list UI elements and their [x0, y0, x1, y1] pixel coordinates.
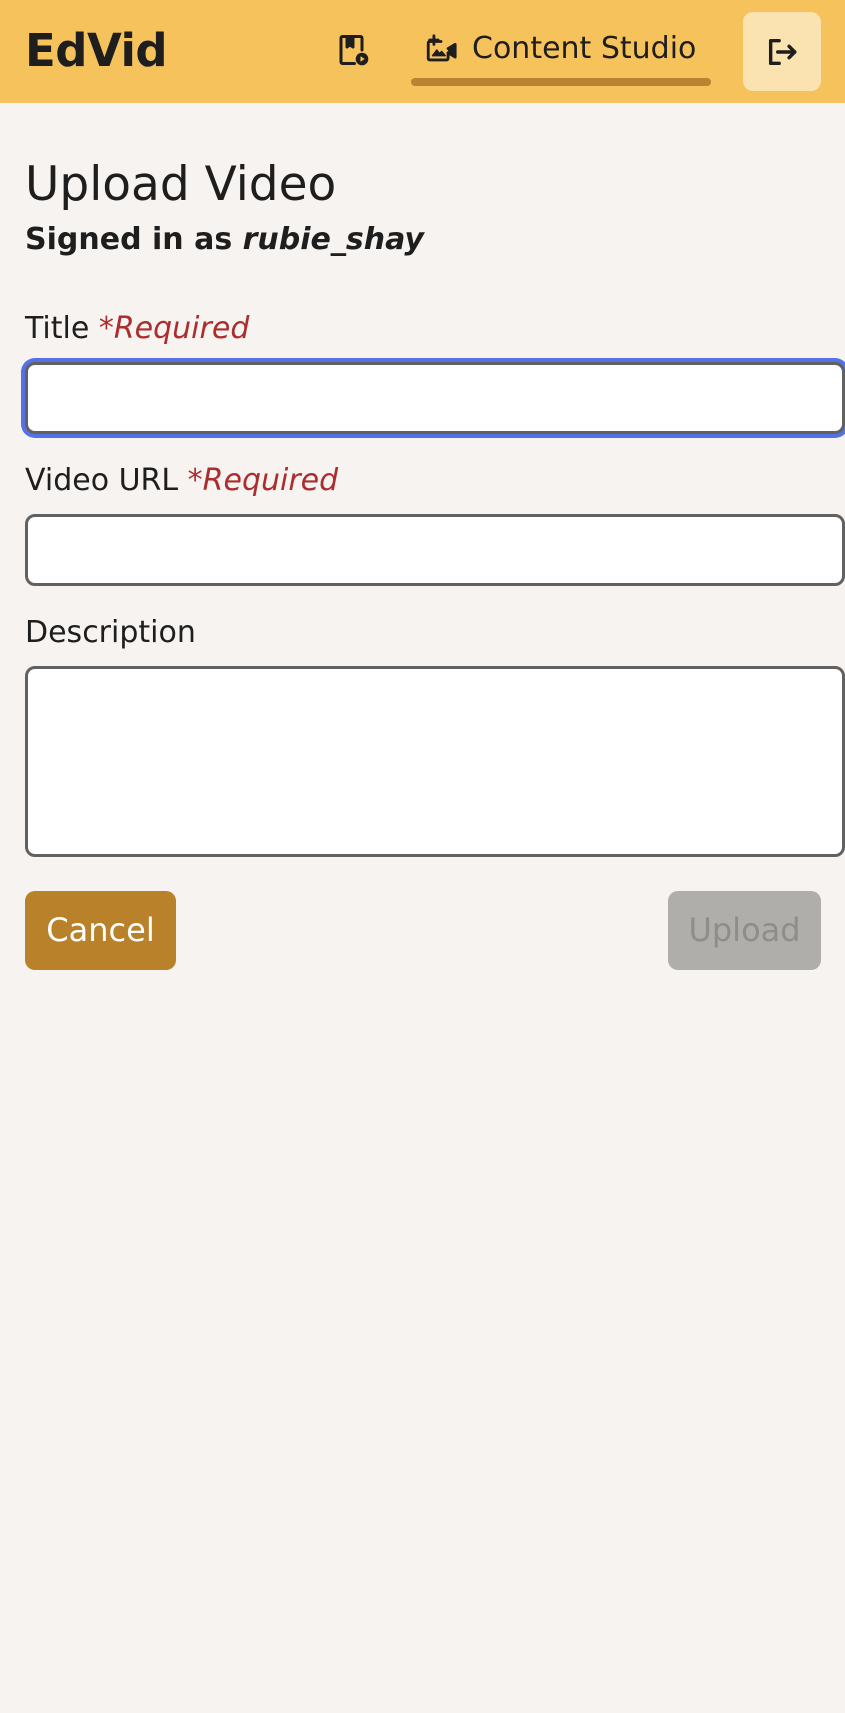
video-url-label-text: Video URL	[25, 463, 188, 498]
video-url-label: Video URL *Required	[25, 461, 338, 501]
upload-button[interactable]: Upload	[668, 891, 821, 970]
top-nav-bar: EdVid Content Studio	[0, 0, 845, 103]
video-url-input[interactable]	[25, 514, 845, 586]
title-label-text: Title	[25, 311, 99, 346]
signed-in-text: Signed in as rubie_shay	[25, 220, 424, 260]
active-tab-indicator	[411, 78, 711, 86]
add-video-icon	[426, 34, 457, 62]
app-brand[interactable]: EdVid	[25, 22, 168, 80]
signed-in-prefix: Signed in as	[25, 222, 243, 257]
nav-videos-button[interactable]	[333, 30, 373, 70]
tab-content-studio[interactable]: Content Studio	[411, 18, 711, 88]
video-library-icon	[339, 35, 369, 66]
page-title: Upload Video	[25, 157, 337, 212]
cancel-button[interactable]: Cancel	[25, 891, 176, 970]
description-label: Description	[25, 615, 196, 650]
title-required-marker: *Required	[98, 311, 250, 346]
tab-content-studio-label: Content Studio	[472, 31, 697, 66]
username: rubie_shay	[242, 222, 424, 257]
video-url-required-marker: *Required	[187, 463, 339, 498]
title-input[interactable]	[25, 362, 845, 434]
description-textarea[interactable]	[25, 666, 845, 857]
logout-button[interactable]	[743, 12, 821, 91]
title-label: Title *Required	[25, 309, 249, 349]
logout-icon	[768, 38, 797, 65]
